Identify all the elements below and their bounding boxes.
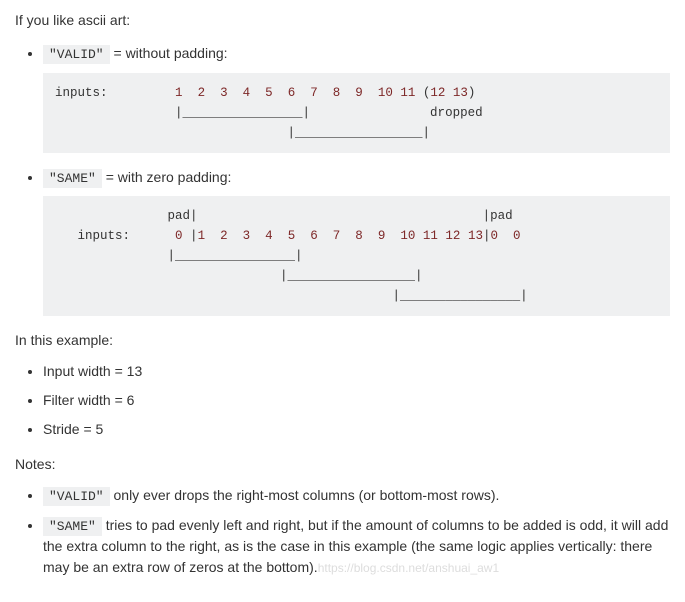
same-item: "SAME" = with zero padding: pad| |pad in… (43, 167, 670, 317)
valid-ascii: inputs: 1 2 3 4 5 6 7 8 9 10 11 (12 13) … (55, 86, 483, 140)
list-item: Input width = 13 (43, 361, 670, 382)
valid-item: "VALID" = without padding: inputs: 1 2 3… (43, 43, 670, 153)
notes-heading: Notes: (15, 454, 670, 475)
note-valid: "VALID" only ever drops the right-most c… (43, 485, 670, 507)
same-code: "SAME" (43, 169, 102, 188)
valid-code: "VALID" (43, 45, 110, 64)
example-list: Input width = 13 Filter width = 6 Stride… (15, 361, 670, 440)
notes-list: "VALID" only ever drops the right-most c… (15, 485, 670, 578)
padding-list: "VALID" = without padding: inputs: 1 2 3… (15, 43, 670, 316)
example-heading: In this example: (15, 330, 670, 351)
note-valid-code: "VALID" (43, 487, 110, 506)
list-item: Stride = 5 (43, 419, 670, 440)
valid-codeblock: inputs: 1 2 3 4 5 6 7 8 9 10 11 (12 13) … (43, 73, 670, 153)
same-codeblock: pad| |pad inputs: 0 |1 2 3 4 5 6 7 8 9 1… (43, 196, 670, 316)
note-same: "SAME" tries to pad evenly left and righ… (43, 515, 670, 579)
valid-desc: = without padding: (110, 45, 228, 61)
same-ascii: pad| |pad inputs: 0 |1 2 3 4 5 6 7 8 9 1… (55, 209, 528, 303)
same-desc: = with zero padding: (102, 169, 232, 185)
note-valid-text: only ever drops the right-most columns (… (110, 487, 500, 503)
intro-text: If you like ascii art: (15, 10, 670, 31)
list-item: Filter width = 6 (43, 390, 670, 411)
note-same-code: "SAME" (43, 517, 102, 536)
watermark: https://blog.csdn.net/anshuai_aw1 (318, 561, 499, 575)
